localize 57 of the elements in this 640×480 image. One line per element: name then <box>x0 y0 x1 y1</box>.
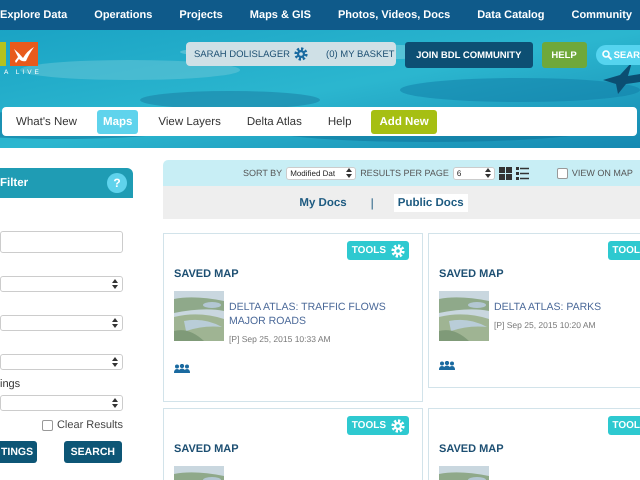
doc-tab[interactable]: Public Docs <box>394 194 468 212</box>
card-title[interactable]: DELTA ATLAS: TRAFFIC FLOWS MAJOR ROADS <box>229 300 409 328</box>
nav-tab[interactable]: What's New <box>10 110 83 134</box>
doc-tab[interactable]: My Docs <box>295 194 351 212</box>
join-button[interactable]: JOIN BDL COMMUNITY <box>404 42 533 68</box>
sort-label: SORT BY <box>243 168 282 178</box>
dropdown-value: 6 <box>456 168 462 178</box>
nav-tab[interactable]: Delta Atlas <box>240 110 308 134</box>
card-type: SAVED MAP <box>439 443 505 455</box>
gear-icon <box>391 418 405 432</box>
card-date: [P] Sep 25, 2015 10:33 AM <box>229 334 332 344</box>
grid-view-icon[interactable] <box>498 166 512 180</box>
card-type: SAVED MAP <box>439 268 505 280</box>
filter-button[interactable]: TINGS <box>0 441 38 463</box>
per-page-dropdown[interactable]: 6 <box>452 166 495 180</box>
nav-link[interactable]: Maps & GIS <box>250 9 311 21</box>
card-title[interactable]: DELTA ATLAS: PARKS <box>494 300 602 314</box>
checkbox-label: Clear Results <box>56 419 123 431</box>
gear-icon <box>294 47 308 61</box>
caret-icon <box>484 168 491 178</box>
text-field[interactable] <box>0 231 123 253</box>
card-type: SAVED MAP <box>174 268 240 280</box>
nav-link[interactable]: Projects <box>179 9 223 21</box>
dropdown[interactable] <box>0 354 123 370</box>
nav-link[interactable]: Community <box>572 9 632 21</box>
sort-dropdown[interactable]: Modified Dat <box>286 166 356 180</box>
bird-logo-icon[interactable] <box>0 42 38 66</box>
search-icon <box>602 50 612 60</box>
nav-tab[interactable]: Help <box>322 110 358 134</box>
dropdown[interactable] <box>0 315 123 331</box>
caret-icon <box>112 279 118 289</box>
card-date: [P] Sep 25, 2015 10:20 AM <box>494 320 597 330</box>
nav-link[interactable]: Operations <box>94 9 152 21</box>
nav-tab[interactable]: View Layers <box>152 110 227 134</box>
filter-title: Filter <box>0 177 28 189</box>
user-name[interactable]: SARAH DOLISLAGER <box>194 48 290 60</box>
checkbox[interactable] <box>556 168 568 178</box>
filter-button[interactable]: SEARCH <box>64 441 122 463</box>
separator: | <box>370 196 374 210</box>
list-view-icon[interactable] <box>516 166 529 180</box>
caret-icon <box>112 398 118 408</box>
checkbox[interactable] <box>42 420 53 430</box>
nav-link[interactable]: Data Catalog <box>477 9 544 21</box>
checkbox-label: VIEW ON MAP <box>572 168 633 178</box>
dropdown-value: Modified Dat <box>290 168 336 178</box>
caret-icon <box>112 318 118 328</box>
dropdown[interactable] <box>0 276 123 292</box>
caret-icon <box>112 357 118 367</box>
caret-icon <box>346 168 352 178</box>
nav-link[interactable]: Explore Data <box>0 9 68 21</box>
dropdown[interactable] <box>0 395 123 411</box>
gear-icon <box>391 244 405 258</box>
field-label: ings <box>0 378 22 390</box>
card-type: SAVED MAP <box>174 443 240 455</box>
basket-link[interactable]: (0) MY BASKET <box>326 48 394 60</box>
per-page-label: RESULTS PER PAGE <box>360 168 449 178</box>
nav-link[interactable]: Photos, Videos, Docs <box>338 9 450 21</box>
